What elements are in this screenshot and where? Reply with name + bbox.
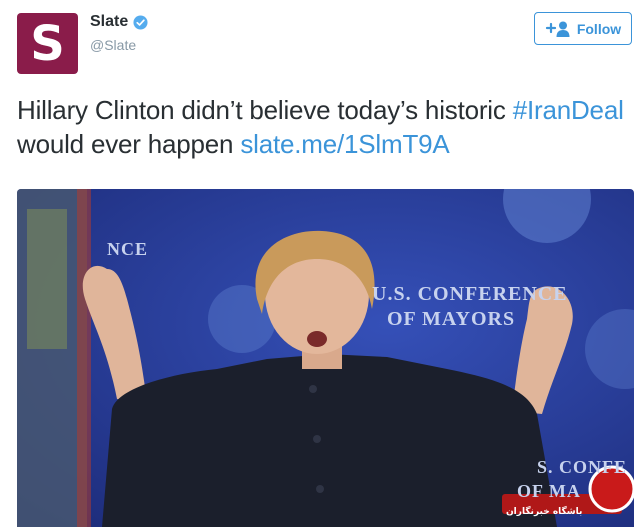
follow-button[interactable]: Follow <box>534 12 632 45</box>
backdrop-text-conference: U.S. CONFERENCE <box>372 283 568 305</box>
verified-badge-icon <box>133 15 148 30</box>
avatar-logo-letter: S <box>30 15 65 72</box>
add-user-icon <box>545 21 570 37</box>
author-handle[interactable]: @Slate <box>90 37 136 53</box>
tweet-text: Hillary Clinton didn’t believe today’s h… <box>17 93 629 161</box>
backdrop-text-left: NCE <box>107 239 149 259</box>
backdrop-text-bottom-1: S. CONFE <box>537 457 628 477</box>
avatar[interactable]: S <box>17 13 78 74</box>
watermark-label: باشگاه خبرنگاران <box>506 507 583 517</box>
tweet: S Slate @Slate Follow Hillary Clinton di… <box>0 0 637 527</box>
url-link[interactable]: slate.me/1SlmT9A <box>240 129 449 159</box>
follow-button-label: Follow <box>576 20 622 37</box>
backdrop-text-bottom-2: OF MA <box>517 481 581 501</box>
backdrop-text-mayors: OF MAYORS <box>387 308 516 330</box>
tweet-photo[interactable]: U.S. CONFERENCE OF MAYORS NCE S. CONFE O… <box>17 189 634 527</box>
tweet-text-part2: would ever happen <box>17 129 241 159</box>
hashtag-link[interactable]: #IranDeal <box>513 95 624 125</box>
author-name[interactable]: Slate <box>90 13 128 31</box>
tweet-text-part1: Hillary Clinton didn’t believe today’s h… <box>17 95 513 125</box>
